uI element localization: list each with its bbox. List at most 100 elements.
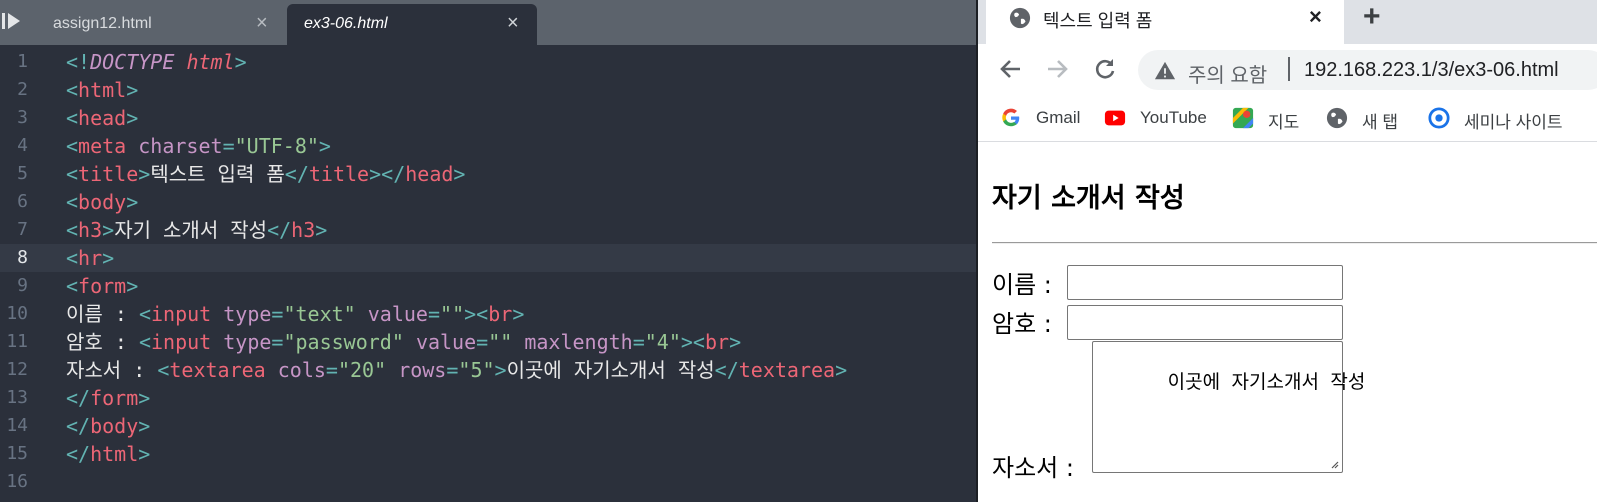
password-label: 암호 : xyxy=(992,310,1052,338)
line-number: 8 xyxy=(17,247,28,268)
password-input[interactable] xyxy=(1067,305,1343,340)
security-warning-text[interactable]: 주의 요함 xyxy=(1188,59,1267,88)
bookmark-label: 새 탭 xyxy=(1362,113,1399,132)
code-token: value xyxy=(415,330,477,354)
google-g-icon xyxy=(1002,108,1020,127)
bookmark-label: 지도 xyxy=(1268,113,1300,132)
maps-pin-icon xyxy=(1232,107,1254,129)
code-token: > xyxy=(512,302,525,326)
code-token: ></ xyxy=(369,162,406,186)
editor-tab-assign12[interactable]: assign12.html × xyxy=(36,4,286,45)
code-token: < xyxy=(66,78,79,102)
code-token: < xyxy=(66,246,79,270)
line-number: 3 xyxy=(17,107,28,128)
page-heading: 자기 소개서 작성 xyxy=(992,183,1185,214)
code-token: = xyxy=(325,358,338,382)
editor-tab-label: ex3-06.html xyxy=(304,15,388,32)
code-token: > xyxy=(138,162,151,186)
url-text[interactable]: 192.168.223.1/3/ex3-06.html xyxy=(1304,59,1559,82)
code-line-content: <form> xyxy=(66,272,138,300)
code-token: > xyxy=(138,414,151,438)
code-line[interactable]: 8 <hr> xyxy=(0,244,976,272)
code-token: "" xyxy=(440,302,465,326)
line-number: 16 xyxy=(6,471,28,492)
code-token: </ xyxy=(66,414,91,438)
code-token: 자소서 : xyxy=(66,358,158,382)
code-line[interactable]: 14 </body> xyxy=(0,412,976,440)
code-line[interactable]: 11 암호 : <input type="password" value="" m… xyxy=(0,328,976,356)
code-line[interactable]: 12 자소서 : <textarea cols="20" rows="5">이곳에… xyxy=(0,356,976,384)
close-icon[interactable]: × xyxy=(1309,4,1322,30)
code-token: meta xyxy=(78,134,127,158)
editor-tab-ex3-06[interactable]: ex3-06.html × xyxy=(287,4,537,45)
reload-icon[interactable] xyxy=(1090,54,1120,84)
code-token: br xyxy=(704,330,730,354)
code-line[interactable]: 2 <html> xyxy=(0,76,976,104)
forward-arrow-icon[interactable] xyxy=(1042,54,1072,84)
code-token: "UTF-8" xyxy=(234,134,319,158)
code-token: </ xyxy=(284,162,309,186)
target-icon xyxy=(1428,107,1450,129)
line-number: 7 xyxy=(17,219,28,240)
code-token: > xyxy=(126,274,139,298)
code-line[interactable]: 6 <body> xyxy=(0,188,976,216)
line-number: 13 xyxy=(6,387,28,408)
name-input[interactable] xyxy=(1067,265,1343,300)
code-token: title xyxy=(308,162,370,186)
bookmark-label: Gmail xyxy=(1036,108,1081,127)
code-token: >< xyxy=(680,330,705,354)
back-arrow-icon[interactable] xyxy=(996,54,1026,84)
code-line[interactable]: 10 이름 : <input type="text" value=""><br> xyxy=(0,300,976,328)
code-token: "text" xyxy=(283,302,356,326)
code-line[interactable]: 4 <meta charset="UTF-8"> xyxy=(0,132,976,160)
code-token: </ xyxy=(66,442,91,466)
intro-label: 자소서 : xyxy=(992,454,1074,482)
sidebar-toggle-bar-icon[interactable] xyxy=(2,13,5,29)
resize-grip-icon[interactable] xyxy=(1329,459,1339,469)
warning-icon[interactable] xyxy=(1154,60,1176,82)
code-line[interactable]: 13 </form> xyxy=(0,384,976,412)
code-line[interactable]: 3 <head> xyxy=(0,104,976,132)
line-number: 6 xyxy=(17,191,28,212)
code-token: < xyxy=(66,162,79,186)
play-icon[interactable] xyxy=(8,13,20,29)
code-token: = xyxy=(271,330,284,354)
new-tab-button[interactable]: + xyxy=(1363,1,1381,33)
code-line[interactable]: 5 <title>텍스트 입력 폼</title></head> xyxy=(0,160,976,188)
code-line[interactable]: 15 </html> xyxy=(0,440,976,468)
code-token: = xyxy=(271,302,284,326)
code-line[interactable]: 9 <form> xyxy=(0,272,976,300)
code-line[interactable]: 7 <h3>자기 소개서 작성</h3> xyxy=(0,216,976,244)
address-separator xyxy=(1288,57,1290,81)
code-token: > xyxy=(318,134,331,158)
code-line-content: <head> xyxy=(66,104,138,132)
code-area[interactable]: 1 <!DOCTYPE html> 2 <html> 3 <head> 4 <meta cha… xyxy=(0,48,976,496)
code-token: textarea xyxy=(169,358,266,382)
line-number: 5 xyxy=(17,163,28,184)
code-token: "5" xyxy=(458,358,495,382)
line-number: 9 xyxy=(17,275,28,296)
address-bar[interactable]: 주의 요함 192.168.223.1/3/ex3-06.html xyxy=(1138,50,1597,90)
code-line[interactable]: 1 <!DOCTYPE html> xyxy=(0,48,976,76)
code-token: < xyxy=(66,218,79,242)
code-token: <! xyxy=(66,50,91,74)
horizontal-rule xyxy=(992,242,1597,244)
code-token: > xyxy=(102,246,115,270)
intro-textarea[interactable]: 이곳에 자기소개서 작성 xyxy=(1092,341,1365,473)
code-token: input xyxy=(150,302,212,326)
code-line[interactable]: 16 xyxy=(0,468,976,496)
bookmarks-bar: Gmail YouTube 지도 새 탭 세미나 사이트 xyxy=(978,96,1597,142)
close-icon[interactable]: × xyxy=(507,12,519,35)
code-line-content: <hr> xyxy=(66,244,114,272)
code-token: cols xyxy=(277,358,326,382)
code-token: charset xyxy=(138,134,223,158)
code-token: h3 xyxy=(291,218,316,242)
code-line-content: </body> xyxy=(66,412,150,440)
code-token: </ xyxy=(267,218,292,242)
browser-tab[interactable]: 텍스트 입력 폼 × xyxy=(986,0,1344,44)
close-icon[interactable]: × xyxy=(256,12,268,35)
code-token: 텍스트 입력 폼 xyxy=(150,162,285,186)
code-line-content: <!DOCTYPE html> xyxy=(66,48,247,76)
code-token: 암호 : xyxy=(66,330,139,354)
